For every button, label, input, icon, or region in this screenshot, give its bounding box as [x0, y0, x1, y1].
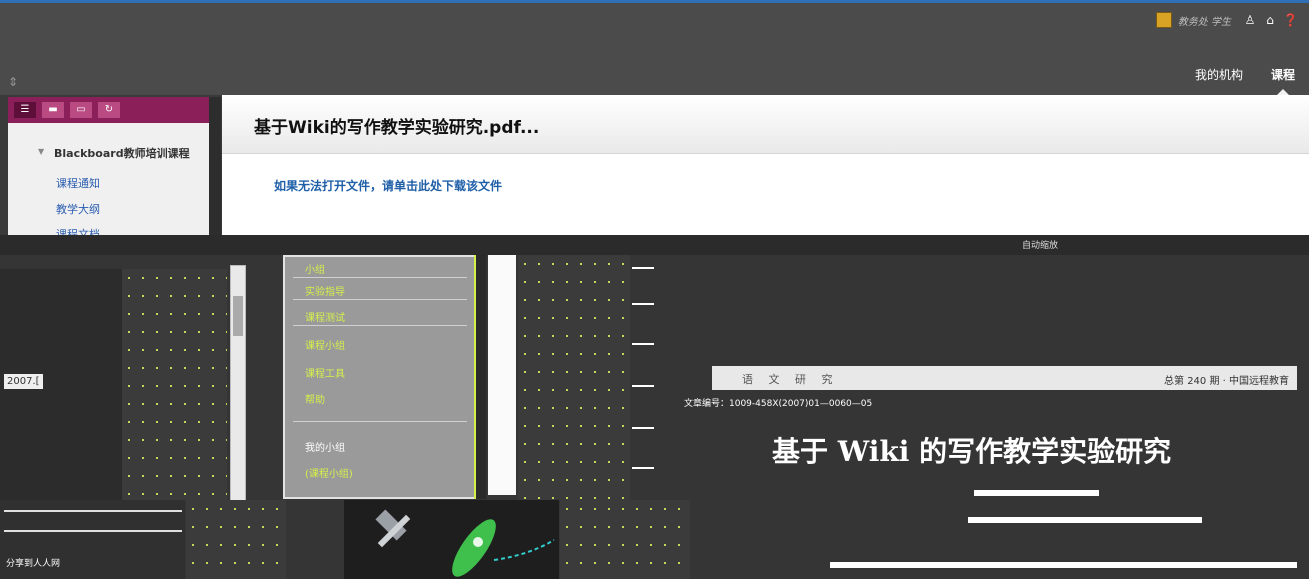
divider [4, 530, 182, 532]
course-name[interactable]: Blackboard教师培训课程 [54, 145, 190, 161]
tick-mark [632, 303, 654, 305]
list-view-icon[interactable]: ☰ [14, 102, 36, 118]
menu-item-lab-guide[interactable]: 实验指导 [305, 283, 345, 298]
divider [293, 325, 467, 326]
render-artifact [518, 255, 630, 501]
tick-mark [632, 385, 654, 387]
folder-icon[interactable]: ▬ [42, 102, 64, 118]
paper-title: 基于 Wiki 的写作教学实验研究 [772, 435, 1172, 468]
avatar[interactable] [1155, 12, 1172, 28]
pdf-toolbar: 自动缩放 [0, 235, 1309, 256]
abstract-line [830, 562, 1297, 568]
blank-strip [488, 255, 516, 495]
page-title: 基于Wiki的写作教学实验研究.pdf... [254, 118, 540, 138]
content-title-bar: 基于Wiki的写作教学实验研究.pdf... [222, 95, 1309, 154]
course-sidebar: ▼ Blackboard教师培训课程 课程通知 教学大纲 课程文档 [8, 123, 220, 241]
pdf-page: 语 文 研 究 总第 240 期 · 中国远程教育 文章编号：1009-458X… [684, 366, 1297, 579]
page-header-right: 总第 240 期 · 中国远程教育 [1164, 376, 1289, 387]
menu-item-course-test[interactable]: 课程测试 [305, 309, 345, 324]
render-artifact [122, 269, 227, 501]
menu-item-help[interactable]: 帮助 [305, 391, 325, 406]
sidebar-divider[interactable] [209, 97, 221, 238]
menu-edge [474, 255, 486, 499]
top-nav: 我的机构 课程 [1181, 63, 1309, 97]
share-panel: 分享到人人网 [0, 500, 185, 579]
tab-courses[interactable]: 课程 [1257, 63, 1309, 97]
share-link[interactable]: 分享到人人网 [6, 556, 60, 569]
user-box: 教务处 学生 ♙ ⌂ ❓ [1155, 12, 1298, 28]
menu-item-my-groups[interactable]: 我的小组 [305, 439, 345, 454]
menu-item-course-tools[interactable]: 课程工具 [305, 365, 345, 380]
refresh-icon[interactable]: ↻ [98, 102, 120, 118]
tick-mark [632, 467, 654, 469]
help-icon[interactable]: ❓ [1283, 13, 1298, 27]
zoom-select[interactable]: 自动缩放 [1022, 238, 1058, 251]
page-body: 文章编号：1009-458X(2007)01—0060—05 基于 Wiki 的… [684, 390, 1297, 579]
main-content: 基于Wiki的写作教学实验研究.pdf... 如果无法打开文件，请单击此处下载该… [222, 95, 1309, 240]
course-menu-overlay: 小组 实验指导 课程测试 课程小组 课程工具 帮助 我的小组 (课程小组) [283, 255, 477, 499]
scrollbar[interactable] [230, 265, 246, 507]
divider [293, 277, 467, 278]
course-menu-toolbar: ☰ ▬ ▭ ↻ [8, 97, 220, 123]
top-bar: ⇕ 教务处 学生 ♙ ⌂ ❓ 我的机构 课程 [0, 0, 1309, 97]
tick-mark [632, 427, 654, 429]
rocket-illustration [344, 500, 559, 579]
thumbnail-panel: 2007.[ [0, 269, 123, 501]
drag-handle-icon[interactable]: ⇕ [8, 75, 22, 89]
menu-item-course-group[interactable]: (课程小组) [305, 465, 353, 480]
image-icon[interactable]: ▭ [70, 102, 92, 118]
affiliation-line [968, 517, 1202, 523]
collapse-icon[interactable]: ▼ [38, 147, 44, 156]
author-line [974, 490, 1099, 496]
tab-my-institution[interactable]: 我的机构 [1181, 63, 1257, 86]
sidebar-item-syllabus[interactable]: 教学大纲 [56, 201, 100, 217]
scrollbar-thumb[interactable] [233, 296, 243, 336]
render-artifact [186, 500, 286, 579]
render-artifact [560, 500, 690, 579]
menu-item-course-groups[interactable]: 课程小组 [305, 337, 345, 352]
tick-mark [632, 343, 654, 345]
pdf-viewer: 2007.[ 小组 实验指导 课程测试 课程小组 课程工具 帮助 我的小组 (课… [0, 255, 1309, 579]
menu-item-groups[interactable]: 小组 [305, 261, 325, 276]
divider [4, 510, 182, 512]
page-header-left: 语 文 研 究 [742, 373, 839, 386]
sidebar-item-announcements[interactable]: 课程通知 [56, 175, 100, 191]
article-number: 文章编号：1009-458X(2007)01—0060—05 [684, 399, 873, 409]
rocket-icon [375, 509, 555, 577]
divider [293, 299, 467, 300]
divider [293, 421, 467, 422]
home-icon[interactable]: ⌂ [1263, 13, 1277, 27]
tick-mark [632, 267, 654, 269]
page-header: 语 文 研 究 总第 240 期 · 中国远程教育 [712, 366, 1297, 390]
download-file-link[interactable]: 如果无法打开文件，请单击此处下载该文件 [274, 177, 502, 194]
user-icon[interactable]: ♙ [1243, 13, 1257, 27]
thumbnail-label[interactable]: 2007.[ [4, 374, 43, 389]
user-name[interactable]: 教务处 学生 [1178, 13, 1231, 28]
